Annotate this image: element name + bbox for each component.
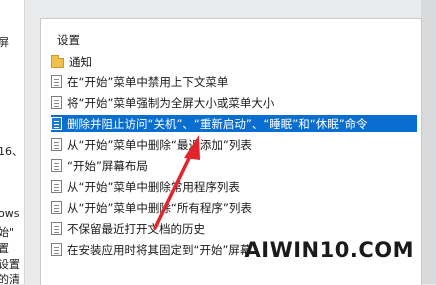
watermark-logo: AIWIN10.COM	[244, 238, 414, 262]
